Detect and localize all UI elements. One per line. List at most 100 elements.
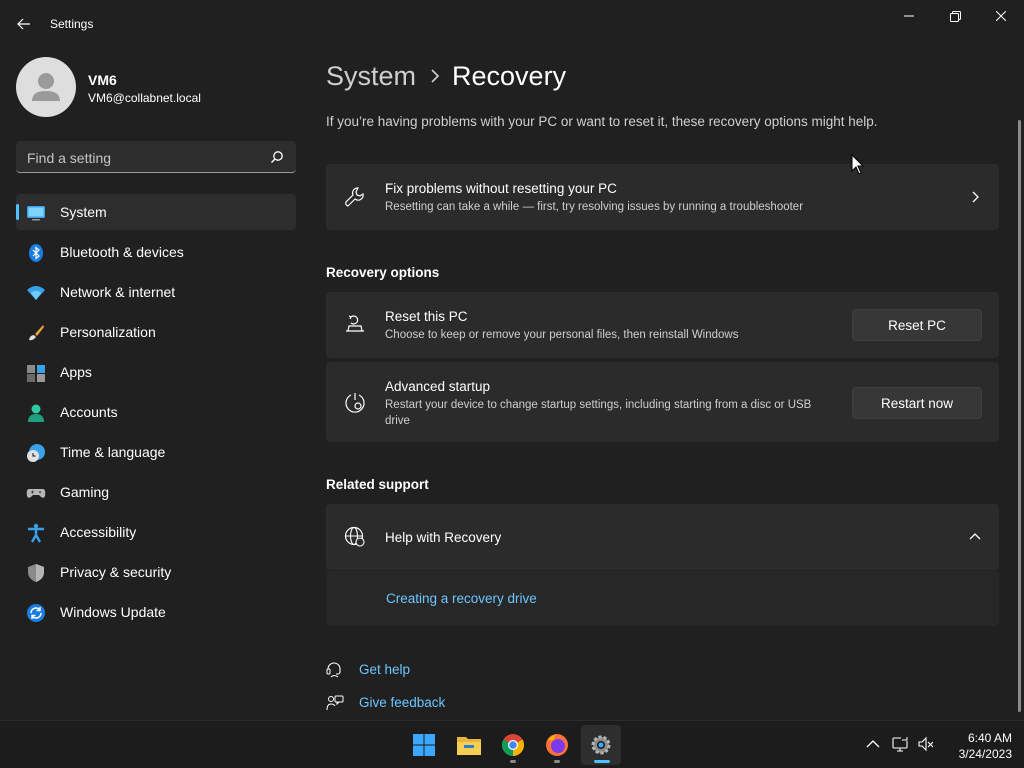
sidebar-item-time-language[interactable]: Time & language xyxy=(16,434,296,470)
card-description: Choose to keep or remove your personal f… xyxy=(385,329,739,341)
card-title: Help with Recovery xyxy=(385,530,502,545)
user-email: VM6@collabnet.local xyxy=(88,91,201,105)
active-app-indicator xyxy=(594,760,610,763)
settings-icon xyxy=(591,735,611,755)
sidebar-item-label: Personalization xyxy=(60,324,156,340)
running-indicator xyxy=(510,760,516,763)
restore-button[interactable] xyxy=(932,0,978,32)
avatar xyxy=(16,57,76,117)
scrollbar[interactable] xyxy=(1018,120,1021,712)
taskbar: 6:40 AM 3/24/2023 xyxy=(0,720,1024,768)
user-name: VM6 xyxy=(88,72,117,88)
bluetooth-icon xyxy=(29,244,43,262)
breadcrumb: System Recovery xyxy=(326,58,566,94)
system-icon xyxy=(27,206,45,221)
sidebar-item-system[interactable]: System xyxy=(16,194,296,230)
sidebar-item-privacy[interactable]: Privacy & security xyxy=(16,554,296,590)
firefox-icon xyxy=(546,734,568,756)
page-description: If you’re having problems with your PC o… xyxy=(326,114,878,129)
gamepad-icon xyxy=(26,489,46,498)
accounts-icon xyxy=(28,404,44,422)
recovery-drive-link[interactable]: Creating a recovery drive xyxy=(386,591,537,606)
advanced-startup-card: Advanced startup Restart your device to … xyxy=(326,362,999,442)
card-title: Advanced startup xyxy=(385,379,491,394)
clock-time: 6:40 AM xyxy=(967,731,1012,745)
get-help-icon xyxy=(326,662,341,678)
sidebar-item-label: Privacy & security xyxy=(60,564,172,580)
reset-pc-button[interactable]: Reset PC xyxy=(852,309,982,341)
chrome-button[interactable] xyxy=(493,725,533,765)
network-icon[interactable] xyxy=(891,735,909,753)
active-indicator xyxy=(16,204,19,220)
sidebar-item-label: System xyxy=(60,204,107,220)
sidebar-item-label: Network & internet xyxy=(60,284,176,300)
restart-now-button[interactable]: Restart now xyxy=(852,387,982,419)
card-title: Fix problems without resetting your PC xyxy=(385,181,617,196)
clock-globe-icon xyxy=(27,444,45,462)
breadcrumb-parent[interactable]: System xyxy=(326,61,416,92)
search-icon xyxy=(271,151,283,163)
sidebar-item-gaming[interactable]: Gaming xyxy=(16,474,296,510)
wifi-icon xyxy=(27,286,45,300)
card-description: Restart your device to change startup se… xyxy=(385,399,812,427)
chevron-right-icon xyxy=(972,191,979,203)
sidebar-item-label: Windows Update xyxy=(60,604,166,620)
apps-icon xyxy=(27,365,45,382)
help-with-recovery-content: Creating a recovery drive xyxy=(326,571,999,626)
minimize-button[interactable] xyxy=(886,0,932,32)
chevron-up-icon[interactable] xyxy=(864,735,882,753)
sidebar-item-label: Time & language xyxy=(60,444,166,460)
chevron-right-icon xyxy=(431,69,440,83)
chevron-up-icon xyxy=(969,533,981,540)
volume-muted-icon[interactable] xyxy=(917,735,935,753)
user-avatar-icon xyxy=(32,73,60,101)
minimize-icon xyxy=(904,15,914,17)
title-bar: Settings xyxy=(0,0,1024,48)
file-explorer-button[interactable] xyxy=(449,725,489,765)
shield-icon xyxy=(28,564,44,582)
give-feedback-label: Give feedback xyxy=(359,695,446,710)
sidebar-item-accounts[interactable]: Accounts xyxy=(16,394,296,430)
sidebar-item-apps[interactable]: Apps xyxy=(16,354,296,390)
advanced-startup-icon xyxy=(345,393,365,413)
search-placeholder: Find a setting xyxy=(27,150,112,166)
close-button[interactable] xyxy=(978,0,1024,32)
sidebar-item-network[interactable]: Network & internet xyxy=(16,274,296,310)
section-heading: Recovery options xyxy=(326,265,440,280)
app-title: Settings xyxy=(50,17,94,31)
close-icon xyxy=(996,11,1006,21)
fix-problems-card[interactable]: Fix problems without resetting your PC R… xyxy=(326,164,999,230)
back-button[interactable] xyxy=(10,10,38,38)
start-icon xyxy=(413,734,435,756)
settings-taskbar-button[interactable] xyxy=(581,725,621,765)
section-heading: Related support xyxy=(326,477,429,492)
reset-pc-card: Reset this PC Choose to keep or remove y… xyxy=(326,292,999,358)
help-with-recovery-header[interactable]: Help with Recovery xyxy=(326,504,999,570)
globe-help-icon xyxy=(344,526,365,547)
start-button[interactable] xyxy=(404,725,444,765)
sidebar-item-personalization[interactable]: Personalization xyxy=(16,314,296,350)
page-title: Recovery xyxy=(452,60,567,91)
accessibility-icon xyxy=(28,523,44,543)
file-explorer-icon xyxy=(457,737,481,755)
sidebar-item-accessibility[interactable]: Accessibility xyxy=(16,514,296,550)
restore-icon xyxy=(949,10,961,22)
taskbar-clock[interactable]: 6:40 AM 3/24/2023 xyxy=(940,730,1012,762)
settings-window: Settings VM6 VM6@collabnet.local Find a … xyxy=(0,0,1024,720)
card-title: Reset this PC xyxy=(385,309,468,324)
sidebar-item-label: Gaming xyxy=(60,484,110,500)
firefox-button[interactable] xyxy=(537,725,577,765)
sidebar-item-bluetooth[interactable]: Bluetooth & devices xyxy=(16,234,296,270)
clock-date: 3/24/2023 xyxy=(958,747,1012,761)
user-profile[interactable]: VM6 VM6@collabnet.local xyxy=(16,57,296,117)
brush-icon xyxy=(29,325,44,341)
sidebar-item-label: Accessibility xyxy=(60,524,137,540)
update-icon xyxy=(27,604,45,622)
search-input[interactable]: Find a setting xyxy=(16,141,296,173)
sidebar-item-windows-update[interactable]: Windows Update xyxy=(16,594,296,630)
reset-pc-icon xyxy=(346,315,364,332)
mouse-cursor-icon xyxy=(851,154,865,175)
chrome-icon xyxy=(502,734,524,756)
sidebar-item-label: Accounts xyxy=(60,404,118,420)
sidebar-item-label: Apps xyxy=(60,364,92,380)
